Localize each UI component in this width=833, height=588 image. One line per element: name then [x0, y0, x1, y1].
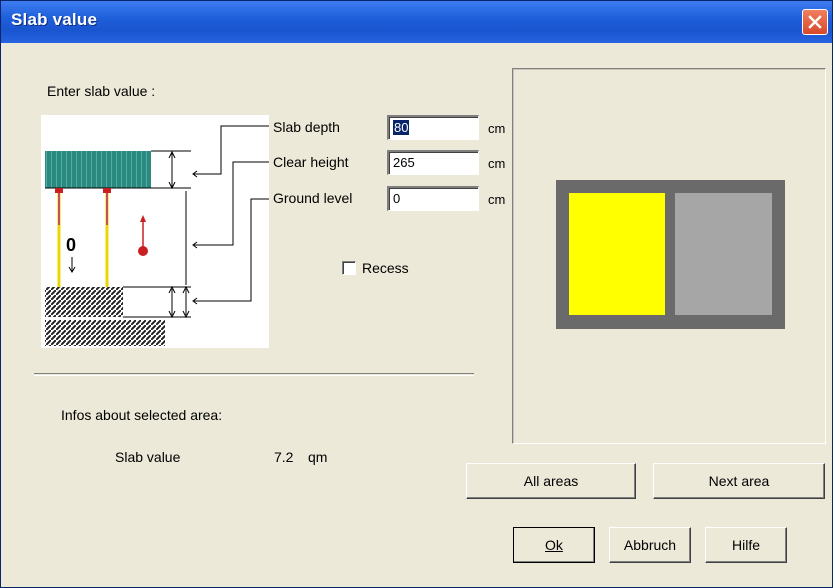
form-heading: Enter slab value :	[47, 83, 156, 99]
ground-level-unit: cm	[488, 192, 506, 207]
clear-height-field[interactable]: 265	[387, 150, 479, 175]
recess-label[interactable]: Recess	[362, 260, 409, 276]
slab-depth-label: Slab depth	[273, 119, 340, 135]
ground-level-value: 0	[393, 191, 401, 206]
clear-height-value: 265	[393, 155, 415, 170]
help-label: Hilfe	[731, 537, 760, 553]
slab-value-number: 7.2	[274, 449, 294, 465]
slab-section-diagram: 0	[41, 115, 273, 348]
recess-checkbox[interactable]	[342, 261, 356, 275]
all-areas-label: All areas	[523, 473, 579, 489]
info-heading: Infos about selected area:	[61, 407, 223, 423]
selected-area[interactable]	[569, 193, 665, 315]
next-area-button[interactable]: Next area	[653, 463, 825, 499]
ok-button[interactable]: Ok	[513, 527, 595, 563]
diagram-marker: 0	[66, 235, 76, 255]
ground-level-label: Ground level	[273, 190, 353, 206]
separator-line	[34, 373, 474, 376]
clear-height-label: Clear height	[273, 154, 349, 170]
floor-block	[45, 287, 123, 317]
slab-depth-field[interactable]: 80	[387, 115, 479, 140]
other-area[interactable]	[675, 193, 772, 315]
slab-section-drawing: 0	[45, 125, 273, 346]
slab-depth-value: 80	[393, 120, 410, 135]
window-title: Slab value	[11, 10, 98, 29]
cancel-label: Abbruch	[623, 537, 677, 553]
all-areas-button[interactable]: All areas	[466, 463, 636, 499]
ground-block	[45, 320, 165, 346]
title-bar[interactable]: Slab value	[1, 1, 832, 43]
slab-block	[45, 151, 151, 188]
ok-label: Ok	[545, 537, 563, 553]
next-area-label: Next area	[708, 473, 770, 489]
slab-value-unit: qm	[308, 449, 328, 465]
slab-value-label: Slab value	[115, 449, 181, 465]
cancel-button[interactable]: Abbruch	[609, 527, 691, 563]
clear-height-unit: cm	[488, 156, 506, 171]
close-button[interactable]	[802, 9, 828, 35]
slab-value-dialog: Slab value Enter slab value : 0 Slab dep…	[0, 0, 833, 588]
slab-depth-unit: cm	[488, 121, 506, 136]
close-icon	[808, 15, 822, 29]
ground-level-field[interactable]: 0	[387, 186, 479, 211]
help-button[interactable]: Hilfe	[705, 527, 787, 563]
